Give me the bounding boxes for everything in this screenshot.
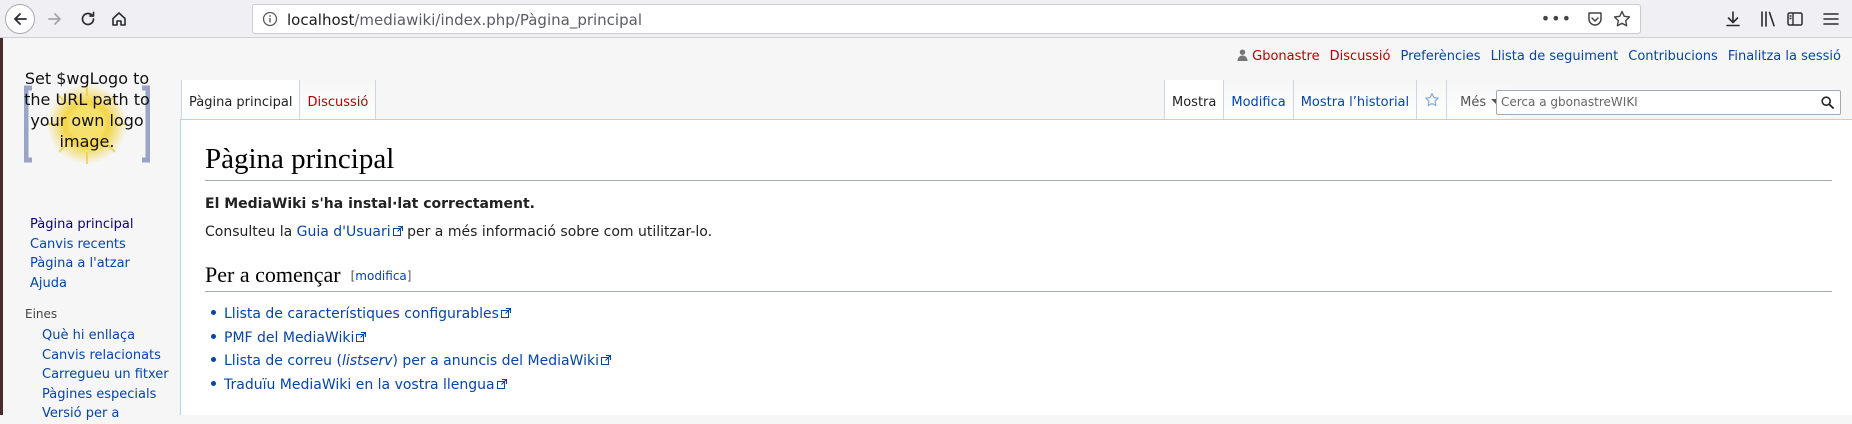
section-edit-link[interactable]: modifica (355, 269, 407, 283)
user-guide-link[interactable]: Guia d'Usuari (297, 224, 403, 240)
contributions-link[interactable]: Contribucions (1628, 49, 1718, 64)
bullet-icon (211, 357, 216, 362)
tab-view[interactable]: Mostra (1164, 80, 1225, 119)
intro-text-after: per a més informació sobre com utilitzar… (402, 224, 713, 240)
mailing-list-text-after: ) per a anuncis del MediaWiki (392, 353, 599, 369)
home-button[interactable] (104, 4, 134, 34)
view-tabs: Mostra Modifica Mostra l’historial Més (1164, 80, 1512, 119)
hamburger-icon (1823, 13, 1839, 25)
watch-button[interactable] (1417, 80, 1448, 119)
browser-toolbar: localhost/mediawiki/index.php/Pàgina_pri… (0, 0, 1852, 38)
faq-link[interactable]: PMF del MediaWiki (224, 329, 367, 346)
search-input[interactable] (1501, 93, 1801, 111)
localisation-link-label: Traduïu MediaWiki en la vostra llengua (224, 376, 495, 393)
tab-talk[interactable]: Discussió (300, 80, 377, 119)
getting-started-list: Llista de característiques configurables… (211, 303, 611, 397)
mailing-list-italic: listserv (341, 353, 393, 369)
list-item: Traduïu MediaWiki en la vostra llengua (211, 374, 611, 398)
external-link-icon (496, 378, 507, 389)
external-link-icon (356, 331, 367, 342)
url-text[interactable]: localhost/mediawiki/index.php/Pàgina_pri… (287, 11, 642, 29)
watch-star-icon (1424, 92, 1439, 106)
downloads-button[interactable] (1723, 9, 1743, 29)
library-button[interactable] (1758, 9, 1778, 29)
forward-button[interactable] (40, 4, 70, 34)
sidebar-toggle-button[interactable] (1785, 9, 1805, 29)
tab-page[interactable]: Pàgina principal (181, 80, 301, 119)
mailing-list-text-before: Llista de correu ( (224, 353, 342, 369)
sidebar-item-random-page[interactable]: Pàgina a l'atzar (30, 254, 178, 274)
bullet-icon (211, 333, 216, 339)
more-menu-label: Més (1460, 95, 1487, 110)
tab-edit[interactable]: Modifica (1224, 80, 1294, 119)
main-content: Pàgina principal El MediaWiki s'ha insta… (180, 119, 1852, 415)
section-edit: [modifica] (351, 269, 412, 283)
external-link-icon (600, 355, 611, 365)
user-guide-link-label: Guia d'Usuari (296, 224, 391, 240)
search-box (1496, 90, 1841, 115)
address-bar[interactable]: localhost/mediawiki/index.php/Pàgina_pri… (252, 4, 1641, 34)
list-item: PMF del MediaWiki (211, 327, 611, 351)
sidebar-item-related-changes[interactable]: Canvis relacionats (42, 346, 178, 366)
external-link-icon (500, 308, 511, 318)
sidebar-item-printable-version[interactable]: Versió per a (42, 404, 178, 424)
namespace-tabs: Pàgina principal Discussió (181, 80, 377, 119)
pocket-icon[interactable] (1586, 10, 1604, 28)
logout-link[interactable]: Finalitza la sessió (1728, 49, 1841, 64)
section-heading: Per a començar [modifica] (205, 262, 1832, 292)
download-icon (1726, 11, 1740, 27)
sidebar-item-main-page[interactable]: Pàgina principal (30, 215, 178, 235)
localisation-link[interactable]: Traduïu MediaWiki en la vostra llengua (224, 377, 507, 393)
user-page-link[interactable]: Gbonastre (1252, 49, 1319, 64)
external-link-icon (392, 226, 403, 236)
arrow-left-icon (14, 13, 27, 25)
user-talk-link[interactable]: Discussió (1330, 49, 1391, 64)
url-host: localhost (287, 11, 355, 29)
config-settings-link[interactable]: Llista de característiques configurables (224, 306, 511, 322)
intro-text-before: Consulteu la (205, 224, 297, 240)
mailing-list-link[interactable]: Llista de correu (listserv) per a anunci… (224, 353, 611, 369)
sidebar-item-help[interactable]: Ajuda (30, 274, 178, 294)
watchlist-link[interactable]: Llista de seguiment (1491, 49, 1619, 64)
home-icon (112, 12, 126, 26)
preferences-link[interactable]: Preferències (1400, 49, 1480, 64)
page-actions-icon[interactable]: ••• (1541, 9, 1572, 28)
sidebar-item-upload-file[interactable]: Carregueu un fitxer (42, 365, 178, 385)
intro-paragraph: Consulteu la Guia d'Usuari per a més inf… (205, 224, 712, 240)
section-title: Per a començar (205, 262, 341, 287)
menu-button[interactable] (1821, 9, 1841, 29)
sidebar: Pàgina principal Canvis recents Pàgina a… (0, 215, 178, 424)
list-item: Llista de característiques configurables (211, 303, 611, 327)
list-item: Llista de correu (listserv) per a anunci… (211, 350, 611, 374)
bookmark-star-icon[interactable] (1612, 9, 1632, 29)
bullet-icon (211, 380, 216, 386)
install-success-message: El MediaWiki s'ha instal·lat correctamen… (205, 196, 535, 212)
bullet-icon (211, 310, 216, 315)
reload-button[interactable] (73, 4, 103, 34)
logo-text: Set $wgLogo to the URL path to your own … (24, 69, 150, 151)
sidebar-item-recent-changes[interactable]: Canvis recents (30, 235, 178, 255)
faq-link-label: PMF del MediaWiki (224, 329, 355, 346)
site-logo[interactable]: Set $wgLogo to the URL path to your own … (22, 66, 152, 176)
sidebar-tools: Què hi enllaça Canvis relacionats Carreg… (0, 326, 178, 424)
info-icon[interactable] (262, 11, 278, 27)
arrow-right-icon (48, 13, 61, 25)
reload-icon (81, 11, 95, 26)
library-icon (1761, 11, 1775, 27)
sidebar-icon (1787, 12, 1803, 26)
tab-history[interactable]: Mostra l’historial (1293, 80, 1418, 119)
search-icon[interactable] (1821, 96, 1834, 109)
page-title: Pàgina principal (205, 142, 1832, 181)
sidebar-item-what-links-here[interactable]: Què hi enllaça (42, 326, 178, 346)
edit-bracket-close: ] (406, 269, 412, 283)
sidebar-navigation: Pàgina principal Canvis recents Pàgina a… (0, 215, 178, 293)
back-button[interactable] (5, 4, 35, 34)
config-settings-link-label: Llista de característiques configurables (224, 306, 499, 322)
url-path: /mediawiki/index.php/Pàgina_principal (354, 11, 642, 29)
sidebar-item-special-pages[interactable]: Pàgines especials (42, 385, 178, 405)
sidebar-tools-heading[interactable]: Eines (0, 306, 178, 322)
user-icon (1237, 49, 1248, 61)
personal-tools: Gbonastre Discussió Preferències Llista de … (1237, 49, 1841, 64)
